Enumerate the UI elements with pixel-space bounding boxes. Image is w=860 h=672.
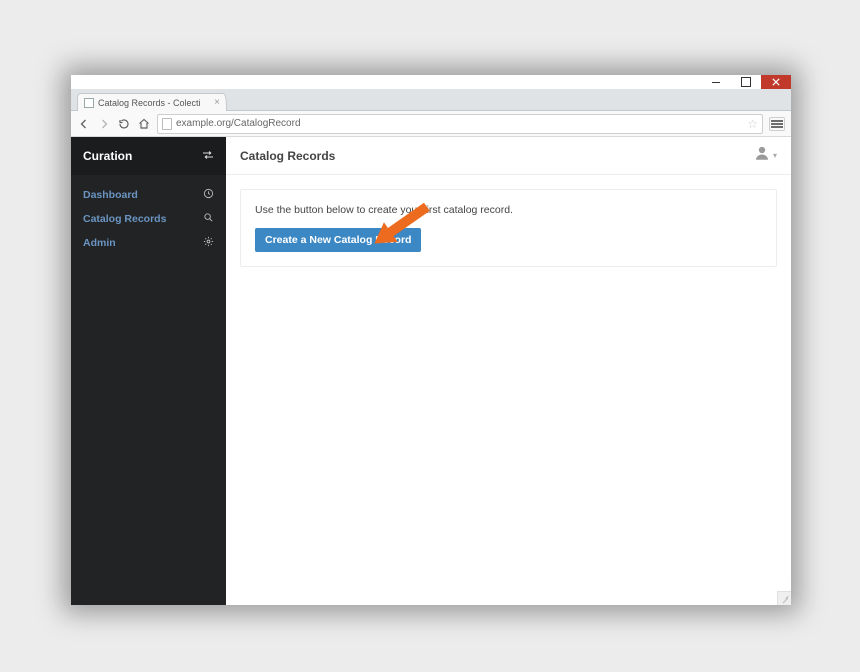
back-button[interactable] (77, 117, 91, 131)
sidebar-item-dashboard[interactable]: Dashboard (71, 183, 226, 207)
gear-icon (203, 236, 214, 250)
window-close-button[interactable] (761, 75, 791, 89)
page-icon (162, 118, 172, 130)
sidebar-item-label: Admin (83, 237, 116, 249)
tab-favicon (84, 98, 94, 108)
browser-menu-button[interactable] (769, 117, 785, 131)
bookmark-star-icon[interactable]: ☆ (747, 117, 758, 131)
window-minimize-button[interactable] (701, 75, 731, 89)
swap-icon[interactable] (202, 147, 214, 165)
desktop-background: Catalog Records - Colecti × example.org/… (0, 0, 860, 672)
sidebar-nav: Dashboard Catalog Records Admin (71, 175, 226, 263)
main-header: Catalog Records ▾ (226, 137, 791, 175)
sidebar-item-label: Dashboard (83, 189, 138, 201)
browser-window: Catalog Records - Colecti × example.org/… (71, 75, 791, 605)
app-viewport: Curation Dashboard (71, 137, 791, 605)
forward-button[interactable] (97, 117, 111, 131)
tab-title: Catalog Records - Colecti (98, 98, 210, 108)
sidebar-item-label: Catalog Records (83, 213, 166, 225)
tab-close-icon[interactable]: × (214, 98, 220, 108)
clock-icon (203, 188, 214, 202)
browser-toolbar: example.org/CatalogRecord ☆ (71, 111, 791, 137)
user-icon (753, 144, 771, 167)
app-brand: Curation (83, 149, 132, 163)
resize-grip[interactable] (777, 591, 791, 605)
content-well: Use the button below to create your firs… (226, 175, 791, 281)
app-sidebar: Curation Dashboard (71, 137, 226, 605)
user-menu[interactable]: ▾ (753, 144, 777, 167)
reload-button[interactable] (117, 117, 131, 131)
sidebar-header: Curation (71, 137, 226, 175)
page-title: Catalog Records (240, 149, 335, 163)
window-maximize-button[interactable] (731, 75, 761, 89)
search-icon (203, 212, 214, 226)
browser-tab-strip: Catalog Records - Colecti × (71, 89, 791, 111)
url-text: example.org/CatalogRecord (176, 118, 301, 129)
os-title-bar (71, 75, 791, 89)
browser-tab[interactable]: Catalog Records - Colecti × (77, 93, 227, 111)
main-area: Catalog Records ▾ Use the button below t… (226, 137, 791, 605)
home-button[interactable] (137, 117, 151, 131)
chevron-down-icon: ▾ (773, 151, 777, 160)
instruction-text: Use the button below to create your firs… (255, 204, 762, 216)
sidebar-item-admin[interactable]: Admin (71, 231, 226, 255)
sidebar-item-catalog-records[interactable]: Catalog Records (71, 207, 226, 231)
empty-state-panel: Use the button below to create your firs… (240, 189, 777, 267)
address-bar[interactable]: example.org/CatalogRecord ☆ (157, 114, 763, 134)
